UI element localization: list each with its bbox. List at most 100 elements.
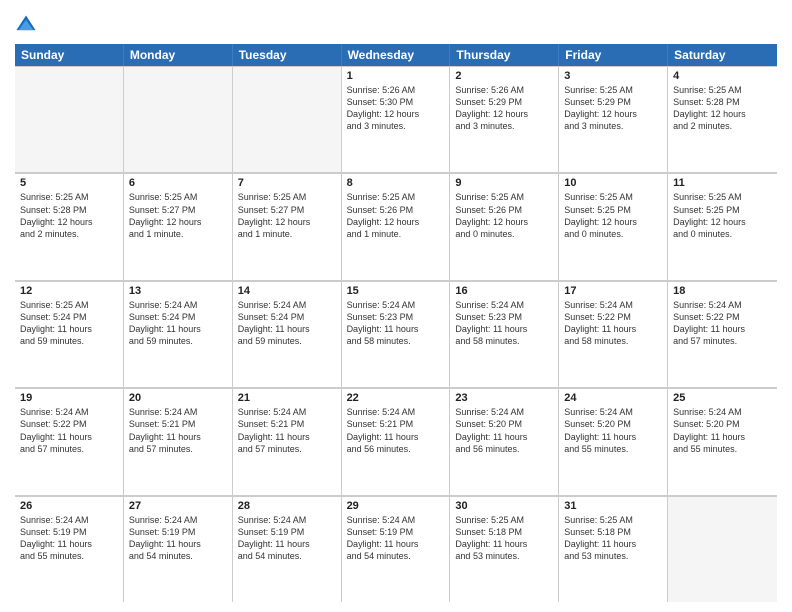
- day-number: 19: [20, 392, 118, 404]
- day-number: 7: [238, 177, 336, 189]
- calendar-cell: 20 Sunrise: 5:24 AM Sunset: 5:21 PM Dayli…: [124, 388, 233, 494]
- day-number: 14: [238, 285, 336, 297]
- calendar-cell: 27 Sunrise: 5:24 AM Sunset: 5:19 PM Dayli…: [124, 496, 233, 602]
- cell-info: Sunrise: 5:26 AM Sunset: 5:29 PM Dayligh…: [455, 84, 553, 133]
- calendar-row: 19 Sunrise: 5:24 AM Sunset: 5:22 PM Dayli…: [15, 388, 777, 495]
- calendar-row: 5 Sunrise: 5:25 AM Sunset: 5:28 PM Daylig…: [15, 173, 777, 280]
- weekday-header: Monday: [124, 44, 233, 66]
- day-number: 23: [455, 392, 553, 404]
- weekday-header: Sunday: [15, 44, 124, 66]
- calendar-cell: 15 Sunrise: 5:24 AM Sunset: 5:23 PM Dayli…: [342, 281, 451, 387]
- cell-info: Sunrise: 5:24 AM Sunset: 5:24 PM Dayligh…: [238, 299, 336, 348]
- cell-info: Sunrise: 5:24 AM Sunset: 5:24 PM Dayligh…: [129, 299, 227, 348]
- weekday-header: Friday: [559, 44, 668, 66]
- calendar-cell: 2 Sunrise: 5:26 AM Sunset: 5:29 PM Daylig…: [450, 66, 559, 172]
- cell-info: Sunrise: 5:25 AM Sunset: 5:18 PM Dayligh…: [455, 514, 553, 563]
- calendar-cell: 23 Sunrise: 5:24 AM Sunset: 5:20 PM Dayli…: [450, 388, 559, 494]
- day-number: 12: [20, 285, 118, 297]
- weekday-header: Saturday: [668, 44, 777, 66]
- day-number: 3: [564, 70, 662, 82]
- calendar-cell: 21Sunrise: 5:24 AM Sunset: 5:21 PM Dayli…: [233, 388, 342, 494]
- day-number: 9: [455, 177, 553, 189]
- calendar-cell: 13 Sunrise: 5:24 AM Sunset: 5:24 PM Dayli…: [124, 281, 233, 387]
- day-number: 21: [238, 392, 336, 404]
- cell-info: Sunrise: 5:25 AM Sunset: 5:26 PM Dayligh…: [455, 191, 553, 240]
- day-number: 29: [347, 500, 445, 512]
- cell-info: Sunrise: 5:25 AM Sunset: 5:28 PM Dayligh…: [20, 191, 118, 240]
- calendar-row: 26 Sunrise: 5:24 AM Sunset: 5:19 PM Dayli…: [15, 496, 777, 602]
- cell-info: Sunrise: 5:24 AM Sunset: 5:22 PM Dayligh…: [20, 406, 118, 455]
- calendar-cell: 9 Sunrise: 5:25 AM Sunset: 5:26 PM Daylig…: [450, 173, 559, 279]
- day-number: 15: [347, 285, 445, 297]
- calendar-cell: [233, 66, 342, 172]
- day-number: 25: [673, 392, 772, 404]
- cell-info: Sunrise: 5:24 AM Sunset: 5:23 PM Dayligh…: [455, 299, 553, 348]
- cell-info: Sunrise: 5:24 AM Sunset: 5:19 PM Dayligh…: [347, 514, 445, 563]
- day-number: 2: [455, 70, 553, 82]
- day-number: 16: [455, 285, 553, 297]
- day-number: 5: [20, 177, 118, 189]
- calendar-cell: 16 Sunrise: 5:24 AM Sunset: 5:23 PM Dayli…: [450, 281, 559, 387]
- day-number: 24: [564, 392, 662, 404]
- logo: [15, 10, 41, 36]
- cell-info: Sunrise: 5:24 AM Sunset: 5:22 PM Dayligh…: [564, 299, 662, 348]
- calendar-row: 1Sunrise: 5:26 AM Sunset: 5:30 PM Daylig…: [15, 66, 777, 173]
- cell-info: Sunrise: 5:24 AM Sunset: 5:21 PM Dayligh…: [129, 406, 227, 455]
- day-number: 26: [20, 500, 118, 512]
- calendar-cell: 7 Sunrise: 5:25 AM Sunset: 5:27 PM Daylig…: [233, 173, 342, 279]
- calendar-cell: 22 Sunrise: 5:24 AM Sunset: 5:21 PM Dayli…: [342, 388, 451, 494]
- weekday-header: Thursday: [450, 44, 559, 66]
- calendar-cell: 8 Sunrise: 5:25 AM Sunset: 5:26 PM Daylig…: [342, 173, 451, 279]
- cell-info: Sunrise: 5:24 AM Sunset: 5:23 PM Dayligh…: [347, 299, 445, 348]
- cell-info: Sunrise: 5:25 AM Sunset: 5:26 PM Dayligh…: [347, 191, 445, 240]
- day-number: 30: [455, 500, 553, 512]
- calendar-cell: 4 Sunrise: 5:25 AM Sunset: 5:28 PM Daylig…: [668, 66, 777, 172]
- calendar-cell: 10 Sunrise: 5:25 AM Sunset: 5:25 PM Dayli…: [559, 173, 668, 279]
- cell-info: Sunrise: 5:24 AM Sunset: 5:21 PM Dayligh…: [347, 406, 445, 455]
- calendar-header: SundayMondayTuesdayWednesdayThursdayFrid…: [15, 44, 777, 66]
- day-number: 13: [129, 285, 227, 297]
- day-number: 8: [347, 177, 445, 189]
- calendar-cell: 1Sunrise: 5:26 AM Sunset: 5:30 PM Daylig…: [342, 66, 451, 172]
- cell-info: Sunrise: 5:25 AM Sunset: 5:25 PM Dayligh…: [564, 191, 662, 240]
- cell-info: Sunrise: 5:25 AM Sunset: 5:27 PM Dayligh…: [238, 191, 336, 240]
- logo-icon: [15, 14, 37, 36]
- page: SundayMondayTuesdayWednesdayThursdayFrid…: [0, 0, 792, 612]
- cell-info: Sunrise: 5:24 AM Sunset: 5:19 PM Dayligh…: [129, 514, 227, 563]
- cell-info: Sunrise: 5:24 AM Sunset: 5:20 PM Dayligh…: [564, 406, 662, 455]
- day-number: 10: [564, 177, 662, 189]
- calendar-cell: [124, 66, 233, 172]
- cell-info: Sunrise: 5:24 AM Sunset: 5:20 PM Dayligh…: [455, 406, 553, 455]
- calendar-cell: 24 Sunrise: 5:24 AM Sunset: 5:20 PM Dayli…: [559, 388, 668, 494]
- calendar-body: 1Sunrise: 5:26 AM Sunset: 5:30 PM Daylig…: [15, 66, 777, 602]
- cell-info: Sunrise: 5:24 AM Sunset: 5:22 PM Dayligh…: [673, 299, 772, 348]
- calendar-cell: 19 Sunrise: 5:24 AM Sunset: 5:22 PM Dayli…: [15, 388, 124, 494]
- day-number: 17: [564, 285, 662, 297]
- weekday-header: Tuesday: [233, 44, 342, 66]
- cell-info: Sunrise: 5:24 AM Sunset: 5:19 PM Dayligh…: [238, 514, 336, 563]
- day-number: 18: [673, 285, 772, 297]
- cell-info: Sunrise: 5:25 AM Sunset: 5:18 PM Dayligh…: [564, 514, 662, 563]
- calendar: SundayMondayTuesdayWednesdayThursdayFrid…: [15, 44, 777, 602]
- cell-info: Sunrise: 5:25 AM Sunset: 5:28 PM Dayligh…: [673, 84, 772, 133]
- day-number: 4: [673, 70, 772, 82]
- calendar-row: 12Sunrise: 5:25 AM Sunset: 5:24 PM Dayli…: [15, 281, 777, 388]
- day-number: 11: [673, 177, 772, 189]
- cell-info: Sunrise: 5:26 AM Sunset: 5:30 PM Dayligh…: [347, 84, 445, 133]
- day-number: 28: [238, 500, 336, 512]
- day-number: 20: [129, 392, 227, 404]
- cell-info: Sunrise: 5:25 AM Sunset: 5:29 PM Dayligh…: [564, 84, 662, 133]
- day-number: 31: [564, 500, 662, 512]
- calendar-cell: 5 Sunrise: 5:25 AM Sunset: 5:28 PM Daylig…: [15, 173, 124, 279]
- calendar-cell: [668, 496, 777, 602]
- calendar-cell: 18 Sunrise: 5:24 AM Sunset: 5:22 PM Dayli…: [668, 281, 777, 387]
- day-number: 22: [347, 392, 445, 404]
- calendar-cell: 26Sunrise: 5:24 AM Sunset: 5:19 PM Dayli…: [15, 496, 124, 602]
- calendar-cell: 17 Sunrise: 5:24 AM Sunset: 5:22 PM Dayli…: [559, 281, 668, 387]
- day-number: 27: [129, 500, 227, 512]
- calendar-cell: 31 Sunrise: 5:25 AM Sunset: 5:18 PM Dayli…: [559, 496, 668, 602]
- cell-info: Sunrise: 5:25 AM Sunset: 5:25 PM Dayligh…: [673, 191, 772, 240]
- weekday-header: Wednesday: [342, 44, 451, 66]
- calendar-cell: [15, 66, 124, 172]
- day-number: 6: [129, 177, 227, 189]
